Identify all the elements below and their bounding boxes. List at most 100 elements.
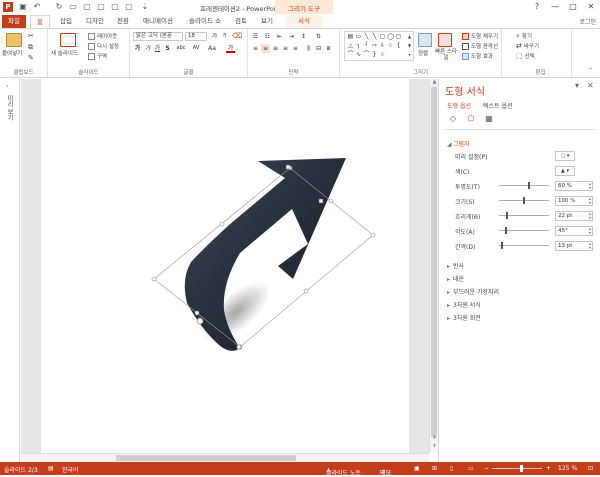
collapse-ribbon-icon[interactable]: ⌃: [588, 67, 593, 74]
underline-button[interactable]: 가: [153, 44, 162, 53]
shape-curve-icon[interactable]: ⌒: [347, 51, 354, 58]
columns-icon[interactable]: ⫼: [304, 44, 313, 53]
section-reflection[interactable]: ▸ 반사: [447, 261, 464, 270]
shadow-transparency-input[interactable]: 60 % ▴ ▾: [555, 181, 593, 191]
shadow-blur-slider[interactable]: [499, 212, 549, 219]
font-size-combo[interactable]: 18: [185, 32, 207, 41]
slider-knob[interactable]: [523, 197, 525, 204]
new-slide-button[interactable]: 새 슬라이드: [51, 49, 78, 57]
login-link[interactable]: 로그인: [579, 17, 596, 26]
save-icon[interactable]: ▣: [18, 2, 28, 12]
shadow-size-slider[interactable]: [499, 197, 549, 204]
select-button[interactable]: ⬚ 선택: [516, 52, 535, 60]
section-soft-edges[interactable]: ▸ 부드러운 가장자리: [447, 287, 499, 296]
text-direction-icon[interactable]: ⇅: [314, 32, 323, 41]
redo-icon[interactable]: ↻: [54, 2, 64, 12]
section-3d-format[interactable]: ▸ 3차원 서식: [447, 300, 481, 309]
shape-triangle-icon[interactable]: △: [347, 42, 354, 49]
shadow-blur-input[interactable]: 22 pt ▴ ▾: [555, 211, 593, 221]
shape-arrow-right-icon[interactable]: ⇨: [371, 42, 378, 49]
shape-rect-icon[interactable]: ▭: [355, 33, 362, 40]
shadow-distance-slider[interactable]: [499, 242, 549, 249]
normal-view-icon[interactable]: ▣: [414, 465, 420, 472]
vertical-scrollbar[interactable]: ▲ ⇞ ⇟: [429, 79, 438, 453]
start-slideshow-icon[interactable]: ▭: [68, 2, 78, 12]
customize-quick-access-icon[interactable]: ⇣: [140, 2, 150, 12]
bullets-icon[interactable]: ☰: [251, 32, 260, 41]
shape-brace-icon[interactable]: {: [395, 42, 402, 49]
strikethrough-button[interactable]: S: [163, 44, 172, 53]
smartart-icon[interactable]: ⧈: [324, 44, 333, 53]
shadow-color-dropdown[interactable]: ▲ ▾: [555, 166, 575, 176]
align-right-icon[interactable]: ≡: [271, 44, 280, 53]
spellcheck-icon[interactable]: ▤: [48, 465, 54, 472]
cut-icon[interactable]: ✂: [28, 32, 34, 40]
font-name-combo[interactable]: 맑은 고딕 (본문: [133, 32, 183, 41]
shape-gallery[interactable]: ▤ ▭ ╲ ╲ ▢ ◯ ▢ △ ┐ ┘ ⇨ ⇩ ☆ { ⌒ ∿ ⌒ } ☆ ▲ …: [344, 31, 414, 61]
shape-oval-icon[interactable]: ◯: [387, 33, 394, 40]
shadow-preset-dropdown[interactable]: ▢ ▾: [555, 151, 575, 161]
align-text-icon[interactable]: ⊟: [314, 44, 323, 53]
align-left-icon[interactable]: ≡: [251, 44, 260, 53]
change-case-button[interactable]: Aa: [206, 44, 218, 53]
shape-arrow-down-icon[interactable]: ⇩: [379, 42, 386, 49]
slider-knob[interactable]: [527, 182, 530, 189]
distributed-icon[interactable]: ≡: [291, 44, 300, 53]
spin-arrows-icon[interactable]: ▴ ▾: [589, 212, 591, 220]
quick-shape3-icon[interactable]: ▢: [110, 2, 120, 12]
quick-styles-button[interactable]: 빠른 스타일: [434, 49, 458, 61]
slider-knob[interactable]: [501, 242, 504, 249]
slideshow-view-icon[interactable]: ▭: [468, 465, 474, 472]
spin-arrows-icon[interactable]: ▴ ▾: [589, 182, 591, 190]
folded-arrow-shape[interactable]: [184, 158, 346, 351]
shape-curve2-icon[interactable]: ⌒: [363, 51, 370, 58]
reading-view-icon[interactable]: ▯: [450, 465, 453, 472]
section-glow[interactable]: ▸ 네온: [447, 274, 464, 283]
char-spacing-button[interactable]: AV: [190, 44, 202, 53]
horizontal-scrollbar[interactable]: [21, 453, 429, 462]
align-center-icon[interactable]: ≡: [261, 44, 270, 53]
quick-shape-icon[interactable]: ▢: [82, 2, 92, 12]
find-button[interactable]: ⌕ 찾기: [516, 32, 532, 41]
zoom-in-icon[interactable]: +: [546, 465, 551, 472]
tab-slideshow[interactable]: 슬라이드 쇼: [184, 15, 226, 28]
section-3d-rotation[interactable]: ▸ 3차원 회전: [447, 313, 481, 322]
new-slide-icon[interactable]: [60, 33, 76, 47]
slider-knob[interactable]: [504, 227, 507, 234]
quick-styles-icon[interactable]: [438, 33, 452, 47]
reset-button[interactable]: 다시 설정: [88, 42, 119, 50]
shape-fill-button[interactable]: 도형 채우기: [462, 32, 498, 40]
arrange-icon[interactable]: [418, 33, 432, 47]
tab-transitions[interactable]: 전환: [112, 15, 134, 28]
slide[interactable]: [41, 79, 409, 453]
size-properties-icon[interactable]: ▦: [483, 113, 495, 125]
shape-effects-button[interactable]: 도형 효과: [462, 52, 493, 60]
tab-text-options[interactable]: 텍스트 옵션: [483, 101, 513, 110]
spin-arrows-icon[interactable]: ▴ ▾: [589, 242, 591, 250]
zoom-out-icon[interactable]: −: [484, 465, 489, 472]
zoom-slider-knob[interactable]: [520, 465, 523, 472]
resize-handles[interactable]: [151, 165, 376, 350]
tab-file[interactable]: 파일: [2, 15, 26, 28]
minimize-button[interactable]: —: [546, 0, 564, 14]
shape-rect2-icon[interactable]: ▢: [379, 33, 386, 40]
format-painter-icon[interactable]: ✎: [28, 54, 34, 62]
shape-elbow2-icon[interactable]: ┘: [363, 42, 370, 49]
font-color-button[interactable]: 가: [226, 44, 235, 53]
tab-design[interactable]: 디자인: [82, 15, 108, 28]
text-shadow-button[interactable]: abc: [174, 44, 188, 53]
pane-options-icon[interactable]: ▾: [575, 81, 579, 90]
tab-view[interactable]: 보기: [256, 15, 278, 28]
zoom-level[interactable]: 125 %: [558, 465, 577, 472]
shape-freeform-icon[interactable]: ∿: [355, 51, 362, 58]
numbering-icon[interactable]: ☷: [263, 32, 272, 41]
arrange-button[interactable]: 정렬: [418, 49, 428, 57]
decrease-indent-icon[interactable]: ⇤: [275, 32, 284, 41]
slide-sorter-icon[interactable]: ⊞: [432, 465, 437, 472]
slider-knob[interactable]: [506, 212, 509, 219]
layout-button[interactable]: 레이아웃: [88, 32, 117, 40]
tab-review[interactable]: 검토: [230, 15, 252, 28]
shadow-angle-input[interactable]: 45° ▴ ▾: [555, 226, 593, 236]
undo-icon[interactable]: ↶: [32, 2, 42, 12]
italic-button[interactable]: 가: [143, 44, 152, 53]
